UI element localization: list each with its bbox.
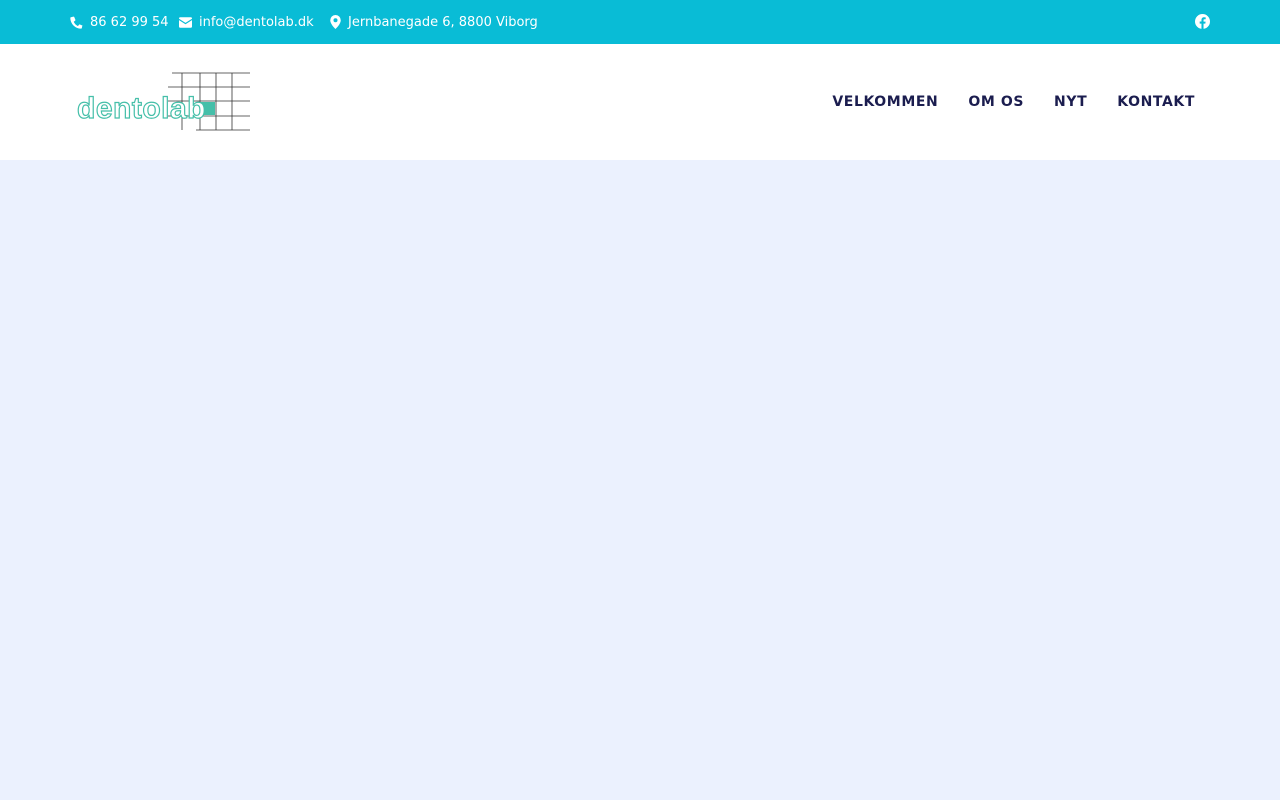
nav-item-om-os[interactable]: OM OS [968,94,1024,110]
dentolab-logo[interactable]: dentolab [76,72,252,132]
nav-item-nyt[interactable]: NYT [1054,94,1087,110]
main-nav: VELKOMMEN OM OS NYT KONTAKT [832,44,1195,160]
phone-icon [70,16,83,29]
envelope-icon [179,16,192,28]
main-content-area [0,160,1280,800]
address-text: Jernbanegade 6, 8800 Viborg [348,14,538,30]
facebook-link[interactable] [1195,14,1210,29]
top-bar: 86 62 99 54 info@dentolab.dk Jernbanegad… [0,0,1280,44]
site-header: dentolab VELKOMMEN OM OS NYT KONTAKT [0,44,1280,160]
nav-item-kontakt[interactable]: KONTAKT [1117,94,1195,110]
phone-link[interactable]: 86 62 99 54 [70,0,169,44]
phone-text: 86 62 99 54 [90,14,169,30]
svg-text:dentolab: dentolab [77,92,206,125]
nav-item-velkommen[interactable]: VELKOMMEN [832,94,938,110]
email-text: info@dentolab.dk [199,14,314,30]
map-marker-icon [330,15,341,29]
facebook-icon [1195,14,1210,33]
address-link[interactable]: Jernbanegade 6, 8800 Viborg [330,0,538,44]
email-link[interactable]: info@dentolab.dk [179,0,314,44]
